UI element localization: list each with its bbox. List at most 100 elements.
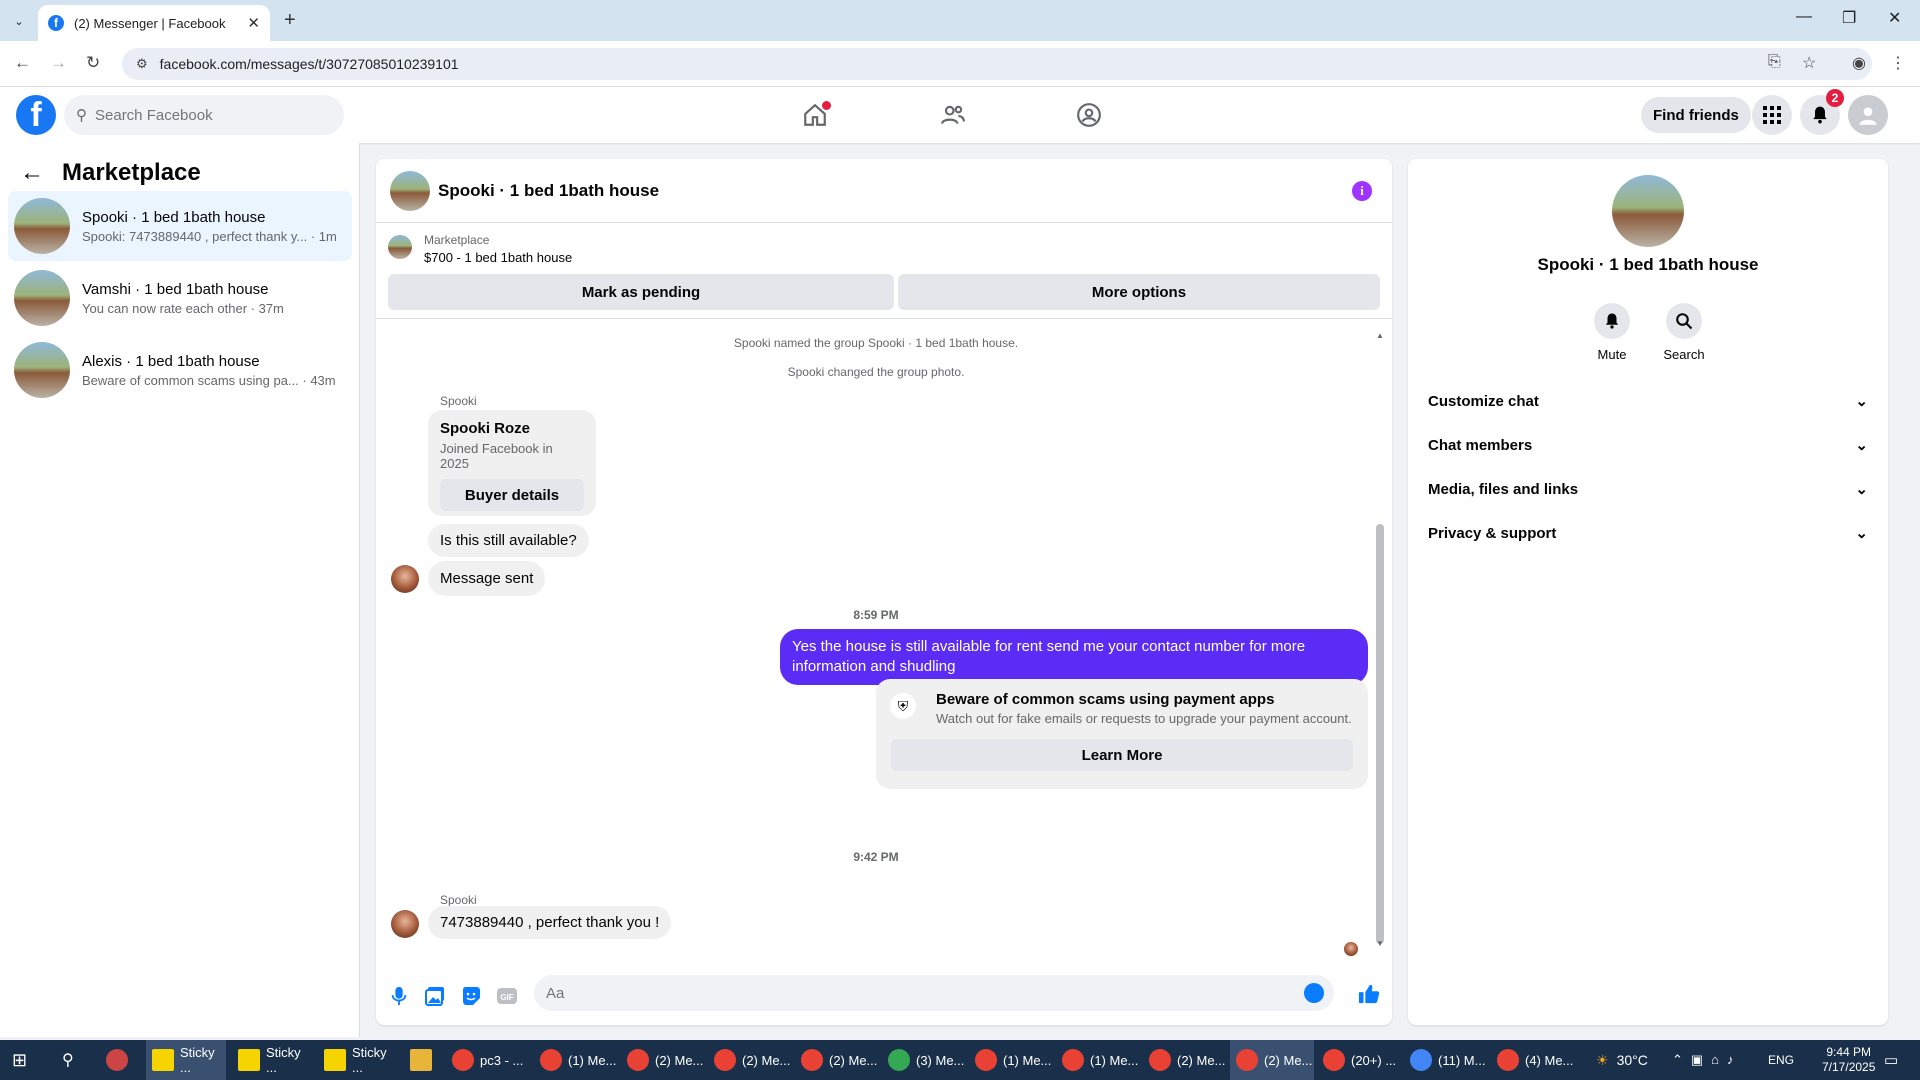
taskbar-app[interactable]: (20+) ... bbox=[1317, 1040, 1401, 1080]
buyer-details-button[interactable]: Buyer details bbox=[440, 479, 584, 511]
message-scrollbar[interactable]: ▲ ▼ bbox=[1376, 331, 1384, 951]
friends-nav-icon[interactable] bbox=[933, 99, 973, 131]
profile-icon[interactable]: ◉ bbox=[1852, 53, 1866, 73]
facebook-search-input[interactable] bbox=[95, 106, 315, 124]
account-avatar-icon[interactable] bbox=[1848, 95, 1888, 135]
taskbar-app[interactable]: (1) Me... bbox=[1056, 1040, 1140, 1080]
photo-icon[interactable] bbox=[424, 985, 446, 1007]
message-bubble: Message sent bbox=[428, 561, 546, 596]
conversation-preview: You can now rate each other · 37m bbox=[82, 300, 284, 316]
find-friends-button[interactable]: Find friends bbox=[1641, 97, 1751, 133]
install-app-icon[interactable]: ⎘ bbox=[1768, 53, 1781, 71]
taskbar-app[interactable]: (11) M... bbox=[1404, 1040, 1488, 1080]
search-icon[interactable] bbox=[1666, 303, 1702, 339]
emoji-icon[interactable] bbox=[1304, 983, 1324, 1003]
conversation-sidebar: ← Marketplace Spooki · 1 bed 1bath house… bbox=[0, 143, 360, 1037]
message-bubble: Is this still available? bbox=[428, 524, 589, 557]
sender-name: Spooki bbox=[440, 893, 477, 907]
home-nav-icon[interactable] bbox=[795, 99, 835, 131]
bell-icon[interactable] bbox=[1594, 303, 1630, 339]
weather-widget[interactable]: ☀ 30°C bbox=[1596, 1040, 1648, 1080]
sender-avatar[interactable] bbox=[391, 910, 419, 938]
media-files-links-row[interactable]: Media, files and links ⌄ bbox=[1416, 467, 1880, 511]
message-input-field[interactable] bbox=[534, 975, 1334, 1011]
scroll-down-icon[interactable]: ▼ bbox=[1376, 939, 1384, 948]
taskbar-app[interactable]: (1) Me... bbox=[969, 1040, 1053, 1080]
back-icon[interactable]: ← bbox=[14, 53, 31, 73]
taskbar-app[interactable]: (2) Me... bbox=[795, 1040, 879, 1080]
microphone-icon[interactable] bbox=[388, 985, 410, 1007]
mute-button[interactable]: Mute bbox=[1582, 303, 1642, 362]
back-arrow-icon[interactable]: ← bbox=[20, 159, 44, 187]
menu-grid-icon[interactable] bbox=[1752, 95, 1792, 135]
window-close-icon[interactable]: ✕ bbox=[1888, 8, 1901, 28]
clock-time: 9:44 PM bbox=[1826, 1045, 1872, 1059]
chat-pane: Spooki · 1 bed 1bath house i Marketplace… bbox=[376, 159, 1392, 1025]
taskbar-app[interactable]: Sticky ... bbox=[146, 1040, 226, 1080]
minimize-icon[interactable]: — bbox=[1796, 8, 1812, 26]
scroll-up-icon[interactable]: ▲ bbox=[1376, 331, 1384, 340]
chat-title[interactable]: Spooki · 1 bed 1bath house bbox=[438, 181, 659, 201]
message-input[interactable] bbox=[546, 984, 1246, 1002]
browser-tab[interactable]: f (2) Messenger | Facebook ✕ bbox=[38, 5, 270, 41]
taskbar-app[interactable]: (2) Me... bbox=[1143, 1040, 1227, 1080]
windows-start-icon[interactable]: ⊞ bbox=[6, 1040, 42, 1080]
taskbar-app[interactable]: (2) Me... bbox=[621, 1040, 705, 1080]
mark-as-pending-button[interactable]: Mark as pending bbox=[388, 274, 894, 310]
browser-menu-icon[interactable]: ⋮ bbox=[1890, 53, 1906, 73]
tab-search-menu-icon[interactable]: ⌄ bbox=[8, 10, 30, 32]
conversation-item[interactable]: Vamshi · 1 bed 1bath house You can now r… bbox=[8, 263, 352, 333]
file-explorer-icon[interactable] bbox=[404, 1040, 444, 1080]
taskbar-app[interactable]: pc3 - ... bbox=[446, 1040, 530, 1080]
system-message: Spooki changed the group photo. bbox=[787, 365, 965, 379]
listing-thumbnail[interactable] bbox=[388, 235, 412, 259]
facebook-search[interactable]: ⚲ bbox=[64, 95, 344, 135]
taskbar-app[interactable]: (2) Me... bbox=[708, 1040, 792, 1080]
scam-warning-title: Beware of common scams using payment app… bbox=[936, 691, 1275, 708]
scam-warning-card: ⛨ Beware of common scams using payment a… bbox=[876, 679, 1368, 789]
chat-members-row[interactable]: Chat members ⌄ bbox=[1416, 423, 1880, 467]
restore-icon[interactable]: ❐ bbox=[1842, 8, 1856, 28]
taskbar-search-icon[interactable]: ⚲ bbox=[56, 1040, 92, 1080]
chat-details-pane: Spooki · 1 bed 1bath house Mute Search C… bbox=[1408, 159, 1888, 1025]
search-conversation-button[interactable]: Search bbox=[1654, 303, 1714, 362]
more-options-button[interactable]: More options bbox=[898, 274, 1380, 310]
taskbar-app[interactable]: (4) Me... bbox=[1491, 1040, 1575, 1080]
taskbar-app[interactable]: (2) Me... bbox=[1230, 1040, 1314, 1080]
bookmark-star-icon[interactable]: ☆ bbox=[1802, 53, 1816, 73]
close-tab-icon[interactable]: ✕ bbox=[247, 14, 260, 32]
scrollbar-thumb[interactable] bbox=[1376, 524, 1384, 944]
groups-nav-icon[interactable] bbox=[1069, 99, 1109, 131]
sticker-icon[interactable] bbox=[460, 985, 482, 1007]
customize-chat-row[interactable]: Customize chat ⌄ bbox=[1416, 379, 1880, 423]
new-tab-icon[interactable]: + bbox=[284, 9, 296, 32]
facebook-logo-icon[interactable]: f bbox=[16, 95, 56, 135]
conversation-item[interactable]: Alexis · 1 bed 1bath house Beware of com… bbox=[8, 335, 352, 405]
sender-avatar[interactable] bbox=[391, 565, 419, 593]
gif-icon[interactable]: GIF bbox=[496, 985, 518, 1007]
forward-icon[interactable]: → bbox=[50, 53, 67, 73]
app-icon[interactable] bbox=[100, 1040, 140, 1080]
learn-more-button[interactable]: Learn More bbox=[891, 739, 1353, 771]
like-thumb-icon[interactable] bbox=[1358, 983, 1380, 1005]
notifications-bell-icon[interactable]: 2 bbox=[1800, 89, 1844, 135]
chat-avatar[interactable] bbox=[390, 170, 430, 211]
privacy-support-row[interactable]: Privacy & support ⌄ bbox=[1416, 511, 1880, 555]
system-tray-icons[interactable]: ⌃▣⌂♪ bbox=[1672, 1040, 1742, 1080]
language-indicator[interactable]: ENG bbox=[1768, 1040, 1794, 1080]
details-title: Spooki · 1 bed 1bath house bbox=[1537, 255, 1759, 274]
listing-title[interactable]: $700 - 1 bed 1bath house bbox=[424, 250, 572, 265]
reload-icon[interactable]: ↻ bbox=[86, 53, 100, 73]
group-avatar[interactable] bbox=[1612, 175, 1684, 247]
url-field[interactable]: ⚙ facebook.com/messages/t/30727085010239… bbox=[122, 48, 1872, 80]
site-info-icon[interactable]: ⚙ bbox=[136, 56, 148, 72]
taskbar-clock[interactable]: 9:44 PM 7/17/2025 bbox=[1822, 1040, 1875, 1080]
notification-center-icon[interactable]: ▭ bbox=[1884, 1040, 1898, 1080]
mute-label: Mute bbox=[1597, 347, 1627, 362]
taskbar-app[interactable]: (1) Me... bbox=[534, 1040, 618, 1080]
conversation-item[interactable]: Spooki · 1 bed 1bath house Spooki: 74738… bbox=[8, 191, 352, 261]
taskbar-app[interactable]: (3) Me... bbox=[882, 1040, 966, 1080]
taskbar-app[interactable]: Sticky ... bbox=[318, 1040, 398, 1080]
taskbar-app[interactable]: Sticky ... bbox=[232, 1040, 312, 1080]
info-icon[interactable]: i bbox=[1352, 181, 1372, 201]
